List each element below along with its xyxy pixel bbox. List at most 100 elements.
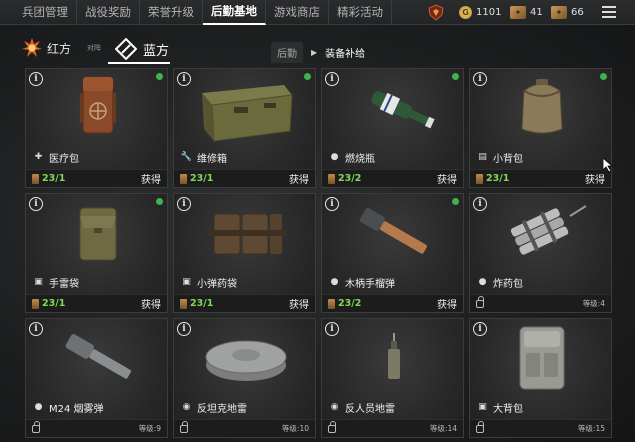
item-name: 反人员地雷	[345, 403, 395, 415]
backpack-icon: ▤	[478, 152, 487, 162]
item-progress: 23/2	[338, 173, 362, 184]
repair-box-image	[202, 85, 293, 142]
lock-icon	[328, 420, 336, 433]
level-requirement: 等级:14	[429, 424, 457, 433]
item-name: 木柄手榴弹	[345, 278, 395, 290]
new-badge	[156, 73, 163, 80]
card-icon	[180, 173, 187, 184]
mine-icon: ◉	[182, 402, 191, 412]
anti-tank-mine-image	[205, 340, 287, 381]
info-icon[interactable]: i	[29, 197, 43, 211]
blue-faction-label[interactable]: 蓝方	[143, 40, 169, 59]
gold-counter: G 1101	[459, 4, 501, 21]
mouse-cursor-icon	[603, 158, 613, 172]
obtain-button[interactable]: 获得	[141, 171, 161, 186]
obtain-button[interactable]: 获得	[437, 171, 457, 186]
item-progress: 23/1	[190, 173, 214, 184]
item-footer: 等级:10	[174, 419, 315, 437]
item-name-row: ✚ 医疗包	[26, 149, 167, 165]
item-card-anti-personnel-mine[interactable]: i ◉ 反人员地雷 等级:14	[321, 318, 464, 438]
tab-campaign-rewards[interactable]: 战役奖励	[77, 0, 140, 25]
menu-icon[interactable]	[602, 6, 616, 18]
item-footer: 等级:4	[470, 294, 611, 312]
item-footer: 23/1 获得	[26, 294, 167, 312]
medical-kit-icon: ✚	[34, 152, 43, 162]
item-name: 维修箱	[197, 153, 227, 165]
card-icon	[32, 298, 39, 309]
info-icon[interactable]: i	[177, 197, 191, 211]
faction-red[interactable]: 红方 对阵	[22, 38, 101, 58]
info-icon[interactable]: i	[473, 72, 487, 86]
tab-logistics-base[interactable]: 后勤基地	[203, 0, 266, 25]
card-stack-value: 66	[571, 7, 584, 18]
info-icon[interactable]: i	[473, 322, 487, 336]
item-card-stick-grenade[interactable]: i ● 木柄手榴弹 23/2 获得	[321, 193, 464, 313]
level-requirement: 等级:10	[281, 424, 309, 433]
item-footer: 等级:9	[26, 419, 167, 437]
ammo-pouch-image	[208, 213, 286, 255]
item-name: 手雷袋	[49, 278, 79, 290]
item-name-row: ▣ 小弹药袋	[174, 274, 315, 290]
item-name: 小背包	[493, 153, 523, 165]
obtain-button[interactable]: 获得	[141, 296, 161, 311]
equipment-grid: i ✚ 医疗包 23/1 获得 i 🔧 维修箱 23/1 获得 i ● 燃烧瓶 …	[25, 68, 613, 442]
item-card-repair-box[interactable]: i 🔧 维修箱 23/1 获得	[173, 68, 316, 188]
obtain-button[interactable]: 获得	[585, 171, 605, 186]
blue-faction-icon[interactable]	[115, 38, 137, 60]
tab-honor-upgrade[interactable]: 荣誉升级	[140, 0, 203, 25]
info-icon[interactable]: i	[177, 322, 191, 336]
info-icon[interactable]: i	[325, 72, 339, 86]
info-icon[interactable]: i	[29, 322, 43, 336]
card-icon	[476, 173, 483, 184]
item-name-row: ▣ 大背包	[470, 399, 611, 415]
item-progress: 23/1	[190, 298, 214, 309]
gold-value: 1101	[476, 7, 502, 18]
item-card-m24-smoke[interactable]: i ● M24 烟雾弹 等级:9	[25, 318, 168, 438]
obtain-button[interactable]: 获得	[289, 171, 309, 186]
grenade-icon: ●	[478, 277, 487, 287]
obtain-button[interactable]: 获得	[289, 296, 309, 311]
breadcrumb-equipment-supply: 装备补给	[325, 49, 366, 60]
molotov-bottle-image	[371, 91, 435, 129]
vs-label: 对阵	[87, 44, 102, 52]
item-card-satchel-charge[interactable]: i ● 炸药包 等级:4	[469, 193, 612, 313]
level-requirement: 等级:15	[577, 424, 605, 433]
info-icon[interactable]: i	[325, 197, 339, 211]
breadcrumb-logistics[interactable]: 后勤	[271, 42, 303, 63]
lock-icon	[476, 420, 484, 433]
obtain-button[interactable]: 获得	[437, 296, 457, 311]
item-card-small-backpack[interactable]: i ▤ 小背包 23/1 获得	[469, 68, 612, 188]
item-card-grenade-pouch[interactable]: i ▣ 手雷袋 23/1 获得	[25, 193, 168, 313]
card-icon: ✦	[510, 6, 526, 19]
info-icon[interactable]: i	[177, 72, 191, 86]
large-backpack-image	[519, 326, 565, 390]
grenade-icon: ●	[330, 152, 339, 162]
small-backpack-image	[521, 79, 563, 134]
info-icon[interactable]: i	[29, 72, 43, 86]
info-icon[interactable]: i	[473, 197, 487, 211]
tab-events[interactable]: 精彩活动	[329, 0, 392, 25]
item-name-row: ◉ 反人员地雷	[322, 399, 463, 415]
item-name-row: ● M24 烟雾弹	[26, 399, 167, 415]
tab-troop-management[interactable]: 兵团管理	[0, 0, 77, 25]
satchel-charge-image	[510, 205, 587, 255]
item-name: 医疗包	[49, 153, 79, 165]
card-stack-counter: ✦ 66	[551, 4, 584, 21]
new-badge	[452, 73, 459, 80]
card-stack-icon: ✦	[551, 6, 567, 19]
item-card-anti-tank-mine[interactable]: i ◉ 反坦克地雷 等级:10	[173, 318, 316, 438]
card-icon	[180, 298, 187, 309]
item-card-small-ammo-pouch[interactable]: i ▣ 小弹药袋 23/1 获得	[173, 193, 316, 313]
card-icon	[32, 173, 39, 184]
item-footer: 23/1 获得	[174, 294, 315, 312]
tab-game-store[interactable]: 游戏商店	[266, 0, 329, 25]
item-card-molotov[interactable]: i ● 燃烧瓶 23/2 获得	[321, 68, 464, 188]
smoke-grenade-image	[65, 334, 131, 379]
info-icon[interactable]: i	[325, 322, 339, 336]
item-card-large-backpack[interactable]: i ▣ 大背包 等级:15	[469, 318, 612, 438]
card-icon	[328, 173, 335, 184]
level-requirement: 等级:4	[582, 299, 605, 308]
item-card-medical-kit[interactable]: i ✚ 医疗包 23/1 获得	[25, 68, 168, 188]
rank-shield-icon[interactable]	[428, 4, 444, 21]
wrench-icon: 🔧	[180, 152, 193, 162]
